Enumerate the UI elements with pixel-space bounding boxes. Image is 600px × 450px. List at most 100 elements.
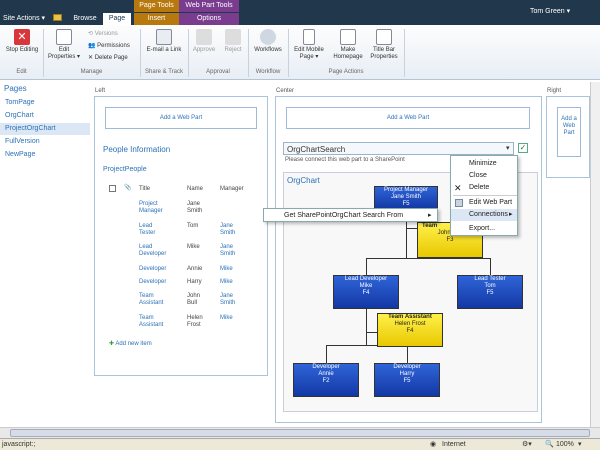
orgchart-node[interactable]: Lead Tester Tom F5 bbox=[457, 275, 523, 309]
list-item-title[interactable]: Lead Tester bbox=[139, 223, 169, 237]
zone-left: Add a Web Part People Information Projec… bbox=[94, 96, 268, 376]
orgchart-node[interactable]: Project Manager Jane Smith F5 bbox=[374, 186, 438, 210]
list-item-title[interactable]: Team Assistant bbox=[139, 293, 175, 307]
node-title: Team Assistant bbox=[388, 314, 432, 320]
group-page-actions-label: Page Actions bbox=[328, 69, 364, 75]
orgchart-node[interactable]: Developer Annie F2 bbox=[293, 363, 359, 397]
zoom-level[interactable]: 100% bbox=[556, 439, 574, 450]
orgchart-node[interactable]: Developer Harry F5 bbox=[374, 363, 440, 397]
stop-editing-icon: ✕ bbox=[14, 29, 30, 45]
versions-button[interactable]: ⟲ Versions bbox=[88, 30, 118, 38]
web-part-select-checkbox[interactable]: ✓ bbox=[518, 143, 528, 153]
list-item-manager[interactable]: Jane Smith bbox=[220, 244, 244, 258]
nav-item-projectorgchart[interactable]: ProjectOrgChart bbox=[0, 123, 90, 135]
navigate-up-icon[interactable] bbox=[53, 14, 62, 21]
orgchart-node[interactable]: Lead Developer Mike F4 bbox=[333, 275, 399, 309]
menu-item-minimize[interactable]: Minimize bbox=[451, 158, 517, 170]
menu-item-delete[interactable]: ✕ Delete bbox=[451, 182, 517, 194]
column-manager[interactable]: Manager bbox=[220, 186, 244, 193]
project-people-title[interactable]: ProjectPeople bbox=[103, 166, 147, 173]
menu-item-export[interactable]: Export... bbox=[451, 223, 517, 235]
node-name: Tom bbox=[484, 283, 496, 289]
add-web-part-right[interactable]: Add a Web Part bbox=[557, 107, 581, 157]
delete-page-button[interactable]: ✕ Delete Page bbox=[88, 54, 128, 62]
list-item-manager[interactable]: Mike bbox=[220, 279, 233, 286]
add-web-part-center[interactable]: Add a Web Part bbox=[286, 107, 530, 129]
nav-header[interactable]: Pages bbox=[4, 84, 27, 93]
zone-right-label: Right bbox=[547, 88, 562, 94]
web-part-tools-context-label: Web Part Tools bbox=[179, 0, 239, 12]
list-item-name: Helen Frost bbox=[187, 315, 203, 328]
status-bar: javascript:; ◉ Internet ⚙▾ 🔍 100% ▾ bbox=[0, 438, 600, 450]
tab-insert[interactable]: Insert bbox=[134, 13, 179, 25]
orgchart-search-header: OrgChartSearch ▾ bbox=[283, 142, 514, 155]
node-id: F5 bbox=[403, 378, 411, 384]
nav-item-tompage[interactable]: TomPage bbox=[0, 97, 90, 109]
workflows-button[interactable]: Workflows bbox=[250, 29, 286, 54]
approve-button[interactable]: Approve bbox=[190, 29, 218, 54]
vertical-scrollbar[interactable] bbox=[590, 82, 600, 427]
orgchart-title: OrgChart bbox=[287, 176, 320, 185]
node-name: Mike bbox=[359, 283, 373, 289]
list-item-title[interactable]: Developer bbox=[139, 266, 166, 273]
list-item-title[interactable]: Team Assistant bbox=[139, 315, 175, 329]
node-id: F4 bbox=[406, 328, 414, 334]
select-all-checkbox[interactable] bbox=[109, 185, 116, 192]
attachment-icon: 📎 bbox=[124, 185, 132, 191]
menu-item-edit-web-part[interactable]: Edit Web Part bbox=[451, 197, 517, 209]
tab-page[interactable]: Page bbox=[103, 13, 131, 25]
people-information-title: People Information bbox=[103, 145, 171, 154]
nav-item-orgchart[interactable]: OrgChart bbox=[0, 110, 90, 122]
node-title: Project Manager bbox=[383, 187, 429, 193]
zoom-dropdown-icon[interactable]: ▾ bbox=[578, 439, 582, 450]
stop-editing-button[interactable]: ✕ Stop Editing bbox=[2, 29, 42, 54]
protected-mode-icon[interactable]: ⚙▾ bbox=[522, 439, 532, 450]
nav-item-newpage[interactable]: NewPage bbox=[0, 149, 90, 161]
add-web-part-left[interactable]: Add a Web Part bbox=[105, 107, 257, 129]
edit-properties-button[interactable]: Edit Properties ▾ bbox=[46, 29, 82, 61]
horizontal-scrollbar[interactable] bbox=[0, 427, 600, 438]
connector-line bbox=[326, 345, 327, 363]
list-item-title[interactable]: Lead Developer bbox=[139, 244, 179, 258]
list-item-title[interactable]: Project Manager bbox=[139, 201, 179, 215]
make-homepage-button[interactable]: Make Homepage bbox=[330, 29, 366, 61]
list-item-manager[interactable]: Jane Smith bbox=[220, 293, 244, 307]
list-item-name: Annie bbox=[187, 266, 203, 272]
submenu-item-get-search[interactable]: Get SharePointOrgChart Search From ▸ bbox=[264, 210, 437, 222]
node-name: Jane Smith bbox=[390, 194, 421, 200]
title-bar-properties-button[interactable]: Title Bar Properties bbox=[366, 29, 402, 61]
node-title: Developer bbox=[312, 364, 340, 370]
plus-icon: ✚ bbox=[109, 341, 115, 347]
list-item-manager[interactable]: Jane Smith bbox=[220, 223, 244, 237]
submenu-arrow-icon: ▸ bbox=[509, 211, 513, 218]
reject-button[interactable]: Reject bbox=[220, 29, 246, 54]
menu-item-close[interactable]: Close bbox=[451, 170, 517, 182]
permissions-button[interactable]: 👥 Permissions bbox=[88, 42, 130, 50]
tab-options[interactable]: Options bbox=[179, 13, 239, 25]
edit-mobile-page-button[interactable]: Edit Mobile Page ▾ bbox=[290, 29, 328, 61]
nav-item-fullversion[interactable]: FullVersion bbox=[0, 136, 90, 148]
list-item-manager[interactable]: Mike bbox=[220, 266, 233, 273]
tab-browse[interactable]: Browse bbox=[68, 13, 102, 25]
user-menu[interactable]: Tom Green ▾ bbox=[530, 7, 570, 15]
node-id: F4 bbox=[362, 290, 370, 296]
site-actions-menu[interactable]: Site Actions ▾ bbox=[3, 14, 45, 22]
node-title: Lead Tester bbox=[474, 276, 506, 282]
orgchart-node[interactable]: Team Assistant Helen Frost F4 bbox=[377, 313, 443, 347]
connector-line bbox=[490, 258, 491, 275]
list-item-title[interactable]: Developer bbox=[139, 279, 166, 286]
add-new-item-link[interactable]: ✚ Add new item bbox=[109, 341, 152, 348]
scrollbar-thumb[interactable] bbox=[10, 429, 590, 437]
connector-line bbox=[366, 309, 367, 345]
page-tools-context-label: Page Tools bbox=[134, 0, 179, 12]
list-item-manager[interactable]: Mike bbox=[220, 315, 233, 322]
column-name[interactable]: Name bbox=[187, 186, 203, 193]
group-manage-label: Manage bbox=[80, 69, 103, 75]
edit-properties-icon bbox=[56, 29, 72, 45]
email-link-button[interactable]: E-mail a Link bbox=[144, 29, 184, 54]
group-workflow-label: Workflow bbox=[255, 69, 281, 75]
node-id: F3 bbox=[446, 237, 454, 243]
menu-item-connections[interactable]: Connections ▸ bbox=[451, 209, 517, 221]
web-part-menu-icon[interactable]: ▾ bbox=[506, 144, 510, 152]
column-title[interactable]: Title bbox=[139, 186, 150, 193]
